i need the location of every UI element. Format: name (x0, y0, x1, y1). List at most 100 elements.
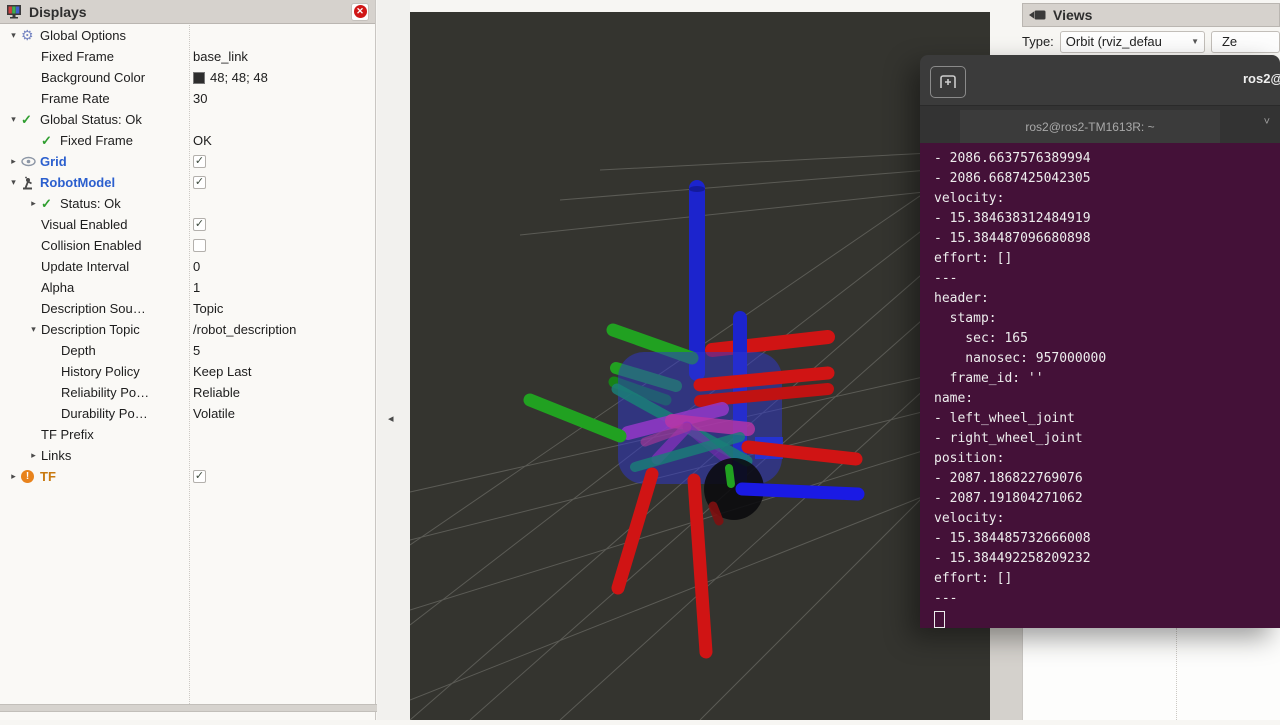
display-row-frame-rate[interactable]: Frame Rate30 (0, 88, 376, 109)
terminal-line: velocity: (934, 189, 1280, 209)
row-value: OK (193, 133, 212, 148)
row-value-cell[interactable]: /robot_description (193, 319, 296, 340)
property-column-divider[interactable] (189, 25, 190, 704)
terminal-line: name: (934, 389, 1280, 409)
new-tab-button[interactable] (930, 66, 966, 98)
row-value-cell[interactable]: 1 (193, 277, 200, 298)
row-value-cell[interactable]: Topic (193, 298, 223, 319)
row-label: Fixed Frame (41, 49, 114, 64)
tab-list-chevron-icon[interactable]: ˅ (1264, 116, 1270, 128)
row-value: Keep Last (193, 364, 252, 379)
checkbox-checked[interactable]: ✓ (193, 176, 206, 189)
terminal-line: - 2086.6687425042305 (934, 169, 1280, 189)
row-label: Update Interval (41, 259, 129, 274)
checkbox-checked[interactable]: ✓ (193, 218, 206, 231)
display-row-update-interval[interactable]: Update Interval 0 (0, 256, 376, 277)
expander-right-icon[interactable]: ▸ (6, 156, 21, 167)
expander-right-icon[interactable]: ▸ (26, 450, 41, 461)
terminal-line: - 15.384485732666008 (934, 529, 1280, 549)
terminal-line: position: (934, 449, 1280, 469)
zero-button[interactable]: Ze (1211, 31, 1280, 53)
display-row-description-sou[interactable]: Description Sou…Topic (0, 298, 376, 319)
row-value-cell[interactable]: ✓ (193, 466, 206, 487)
display-row-reliability-po[interactable]: Reliability Po…Reliable (0, 382, 376, 403)
row-label: Durability Po… (61, 406, 148, 421)
bottom-splitter[interactable] (0, 704, 410, 712)
row-value: 48; 48; 48 (210, 70, 268, 85)
3d-viewport[interactable] (410, 12, 990, 720)
display-row-status-ok[interactable]: ▸✓Status: Ok (0, 193, 376, 214)
expander-down-icon[interactable]: ▾ (6, 177, 21, 188)
row-value: Volatile (193, 406, 235, 421)
terminal-cursor (934, 611, 945, 628)
terminal-line: header: (934, 289, 1280, 309)
display-row-fixed-frame[interactable]: ✓Fixed FrameOK (0, 130, 376, 151)
view-type-value: Orbit (rviz_defau (1066, 34, 1185, 49)
terminal-output[interactable]: - 2086.6637576389994- 2086.6687425042305… (920, 143, 1280, 628)
expander-right-icon[interactable]: ▸ (26, 198, 41, 209)
displays-tree: ▾⚙Global OptionsFixed Framebase_linkBack… (0, 25, 376, 487)
terminal-line: sec: 165 (934, 329, 1280, 349)
display-row-grid[interactable]: ▸Grid✓ (0, 151, 376, 172)
display-row-durability-po[interactable]: Durability Po… Volatile (0, 403, 376, 424)
display-row-robotmodel[interactable]: ▾RobotModel✓ (0, 172, 376, 193)
terminal-tab[interactable]: ros2@ros2-TM1613R: ~ (960, 110, 1220, 144)
displays-panel-title: Displays (29, 4, 87, 20)
view-type-dropdown[interactable]: Orbit (rviz_defau ▼ (1060, 31, 1205, 53)
terminal-line: nanosec: 957000000 (934, 349, 1280, 369)
display-row-tf[interactable]: ▸!TF✓ (0, 466, 376, 487)
display-row-global-options[interactable]: ▾⚙Global Options (0, 25, 376, 46)
display-row-links[interactable]: ▸Links (0, 445, 376, 466)
row-value-cell[interactable]: 48; 48; 48 (193, 67, 268, 88)
row-value-cell[interactable]: 5 (193, 340, 200, 361)
row-value-cell[interactable]: Keep Last (193, 361, 252, 382)
row-value-cell[interactable]: OK (193, 130, 212, 151)
expander-down-icon[interactable]: ▾ (6, 114, 21, 125)
row-label: Background Color (41, 70, 145, 85)
close-displays-button[interactable]: ✕ (351, 3, 369, 21)
display-row-visual-enabled[interactable]: Visual Enabled✓ (0, 214, 376, 235)
terminal-line: --- (934, 269, 1280, 289)
display-row-history-policy[interactable]: History PolicyKeep Last (0, 361, 376, 382)
views-panel-header[interactable]: Views (1022, 3, 1280, 27)
terminal-line: - 2087.186822769076 (934, 469, 1280, 489)
display-row-description-topic[interactable]: ▾Description Topic/robot_description (0, 319, 376, 340)
checkbox-checked[interactable]: ✓ (193, 470, 206, 483)
terminal-line: effort: [] (934, 249, 1280, 269)
display-row-fixed-frame[interactable]: Fixed Frame base_link (0, 46, 376, 67)
views-scrollbar-strip[interactable] (990, 628, 1022, 720)
display-row-depth[interactable]: Depth 5 (0, 340, 376, 361)
checkbox-unchecked[interactable] (193, 239, 206, 252)
splitter-collapse-handle[interactable]: ◂ (388, 412, 400, 428)
row-value-cell[interactable]: Reliable (193, 382, 240, 403)
expander-down-icon[interactable]: ▾ (6, 30, 21, 41)
row-value: 30 (193, 91, 207, 106)
terminal-tab-title: ros2@ros2-TM1613R: ~ (1025, 120, 1154, 134)
row-value-cell[interactable]: 0 (193, 256, 200, 277)
displays-panel-header[interactable]: Displays ✕ (0, 0, 375, 24)
terminal-titlebar[interactable]: ros2@ (920, 55, 1280, 105)
row-value: /robot_description (193, 322, 296, 337)
row-value-cell[interactable] (193, 235, 206, 256)
robot-model-render (410, 12, 990, 720)
row-value-cell[interactable]: base_link (193, 46, 248, 67)
row-value-cell[interactable]: 30 (193, 88, 207, 109)
display-row-global-status-ok[interactable]: ▾✓Global Status: Ok (0, 109, 376, 130)
row-label: Depth (61, 343, 96, 358)
row-value-cell[interactable]: Volatile (193, 403, 235, 424)
row-value-cell[interactable]: ✓ (193, 151, 206, 172)
views-list-area[interactable] (1022, 628, 1280, 720)
display-row-tf-prefix[interactable]: TF Prefix (0, 424, 376, 445)
display-row-collision-enabled[interactable]: Collision Enabled (0, 235, 376, 256)
expander-right-icon[interactable]: ▸ (6, 471, 21, 482)
eye-icon (21, 156, 40, 167)
row-value-cell[interactable]: ✓ (193, 214, 206, 235)
terminal-window[interactable]: ros2@ ros2@ros2-TM1613R: ~ ˅ - 2086.6637… (920, 55, 1280, 628)
checkbox-checked[interactable]: ✓ (193, 155, 206, 168)
row-value-cell[interactable]: ✓ (193, 172, 206, 193)
display-row-background-color[interactable]: Background Color 48; 48; 48 (0, 67, 376, 88)
display-row-alpha[interactable]: Alpha1 (0, 277, 376, 298)
expander-down-icon[interactable]: ▾ (26, 324, 41, 335)
terminal-line: - left_wheel_joint (934, 409, 1280, 429)
x-axis-cylinder (712, 337, 828, 350)
